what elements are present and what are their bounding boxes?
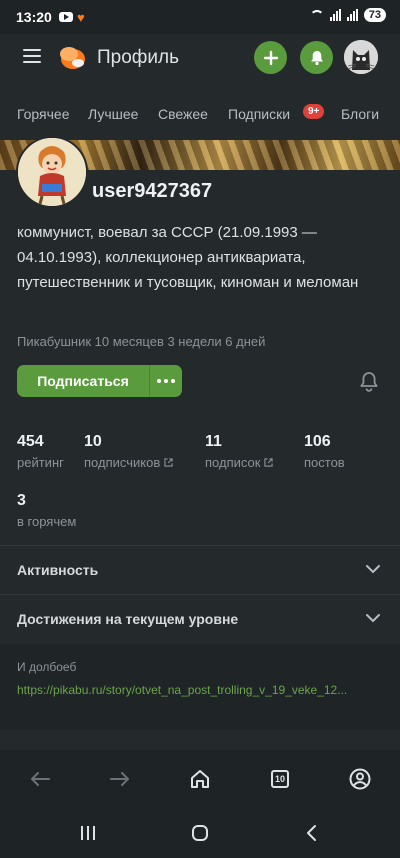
stat-rating-label: рейтинг (17, 455, 64, 470)
activity-section[interactable]: Активность (0, 545, 400, 594)
cat-avatar-icon (344, 40, 378, 74)
achievements-title: Достижения на текущем уровне (17, 611, 239, 627)
tabs-counter-button[interactable]: 10 (267, 766, 293, 792)
cartoon-avatar-icon (18, 138, 86, 206)
home-icon[interactable] (187, 766, 213, 792)
achievements-section[interactable]: Достижения на текущем уровне (0, 594, 400, 643)
stat-posts: 106 постов (304, 433, 345, 470)
tabs-count: 10 (271, 770, 289, 788)
stat-subscriptions-value: 11 (205, 433, 222, 450)
tab-best[interactable]: Лучшее (88, 106, 138, 122)
stat-rating-value: 454 (17, 433, 44, 450)
battery-indicator: 73 (363, 8, 386, 22)
profile-username: user9427367 (92, 180, 213, 202)
back-button-icon[interactable] (302, 824, 322, 842)
stat-posts-label: постов (304, 455, 345, 470)
stat-subscribers[interactable]: 10 подписчиков (84, 433, 173, 470)
subscribe-button-group: Подписаться (17, 365, 182, 397)
plus-icon (263, 50, 278, 65)
stat-posts-value: 106 (304, 433, 331, 450)
signal-icon-2 (346, 9, 358, 21)
subscriptions-badge: 9+ (303, 104, 325, 119)
forward-arrow-icon[interactable] (107, 766, 133, 792)
account-icon[interactable] (347, 766, 373, 792)
page-title: Профиль (97, 47, 180, 68)
profile-member-since: Пикабушник 10 месяцев 3 недели 6 дней (17, 334, 266, 349)
more-options-icon[interactable] (150, 365, 182, 397)
chevron-down-icon (366, 614, 380, 623)
tab-hot[interactable]: Горячее (17, 106, 70, 122)
stat-hot-value: 3 (17, 492, 26, 509)
comment-link[interactable]: https://pikabu.ru/story/otvet_na_post_tr… (17, 680, 377, 700)
notifications-button[interactable] (300, 41, 333, 74)
tab-subscriptions[interactable]: Подписки (228, 106, 290, 122)
app-notification-icon: ♥ (77, 10, 85, 25)
stat-subscriptions[interactable]: 11 подписок (205, 433, 274, 470)
create-post-button[interactable] (254, 41, 287, 74)
external-link-icon (264, 458, 274, 467)
stat-rating: 454 рейтинг (17, 433, 64, 470)
profile-avatar (16, 136, 88, 208)
stat-subscribers-label: подписчиков (84, 455, 161, 470)
pikabu-logo-icon (60, 47, 85, 69)
comment-preview[interactable]: И долбоеб https://pikabu.ru/story/otvet_… (0, 644, 400, 730)
tab-fresh[interactable]: Свежее (158, 106, 208, 122)
stat-hot-label: в горячем (17, 514, 77, 529)
tab-blogs[interactable]: Блоги (341, 106, 379, 122)
stat-hot: 3 в горячем (17, 492, 76, 529)
menu-icon[interactable] (23, 49, 41, 63)
wifi-icon (309, 10, 324, 20)
browser-bottom-nav: 10 (0, 750, 400, 808)
signal-icon (329, 9, 341, 21)
chevron-down-icon (366, 565, 380, 574)
status-time: 13:20 (16, 9, 52, 25)
stat-subscriptions-label: подписок (205, 455, 261, 470)
home-button-icon[interactable] (190, 824, 210, 842)
profile-notify-bell-icon[interactable] (358, 370, 380, 392)
status-bar: 13:20 ♥ 73 (0, 0, 400, 34)
youtube-notification-icon (59, 12, 73, 22)
user-avatar[interactable] (344, 40, 378, 74)
bell-icon (310, 50, 323, 65)
app-bar: Профиль (0, 34, 400, 82)
stat-subscribers-value: 10 (84, 433, 102, 450)
recent-apps-icon[interactable] (78, 824, 98, 842)
system-nav-bar (0, 808, 400, 858)
back-arrow-icon[interactable] (27, 766, 53, 792)
profile-bio: коммунист, воевал за СССР (21.09.1993 — … (17, 224, 359, 291)
activity-title: Активность (17, 562, 99, 578)
subscribe-button[interactable]: Подписаться (17, 365, 149, 397)
external-link-icon (164, 458, 173, 467)
comment-text: И долбоеб (17, 660, 77, 674)
feed-tabs: Горячее Лучшее Свежее Подписки 9+ Блоги (0, 92, 400, 136)
